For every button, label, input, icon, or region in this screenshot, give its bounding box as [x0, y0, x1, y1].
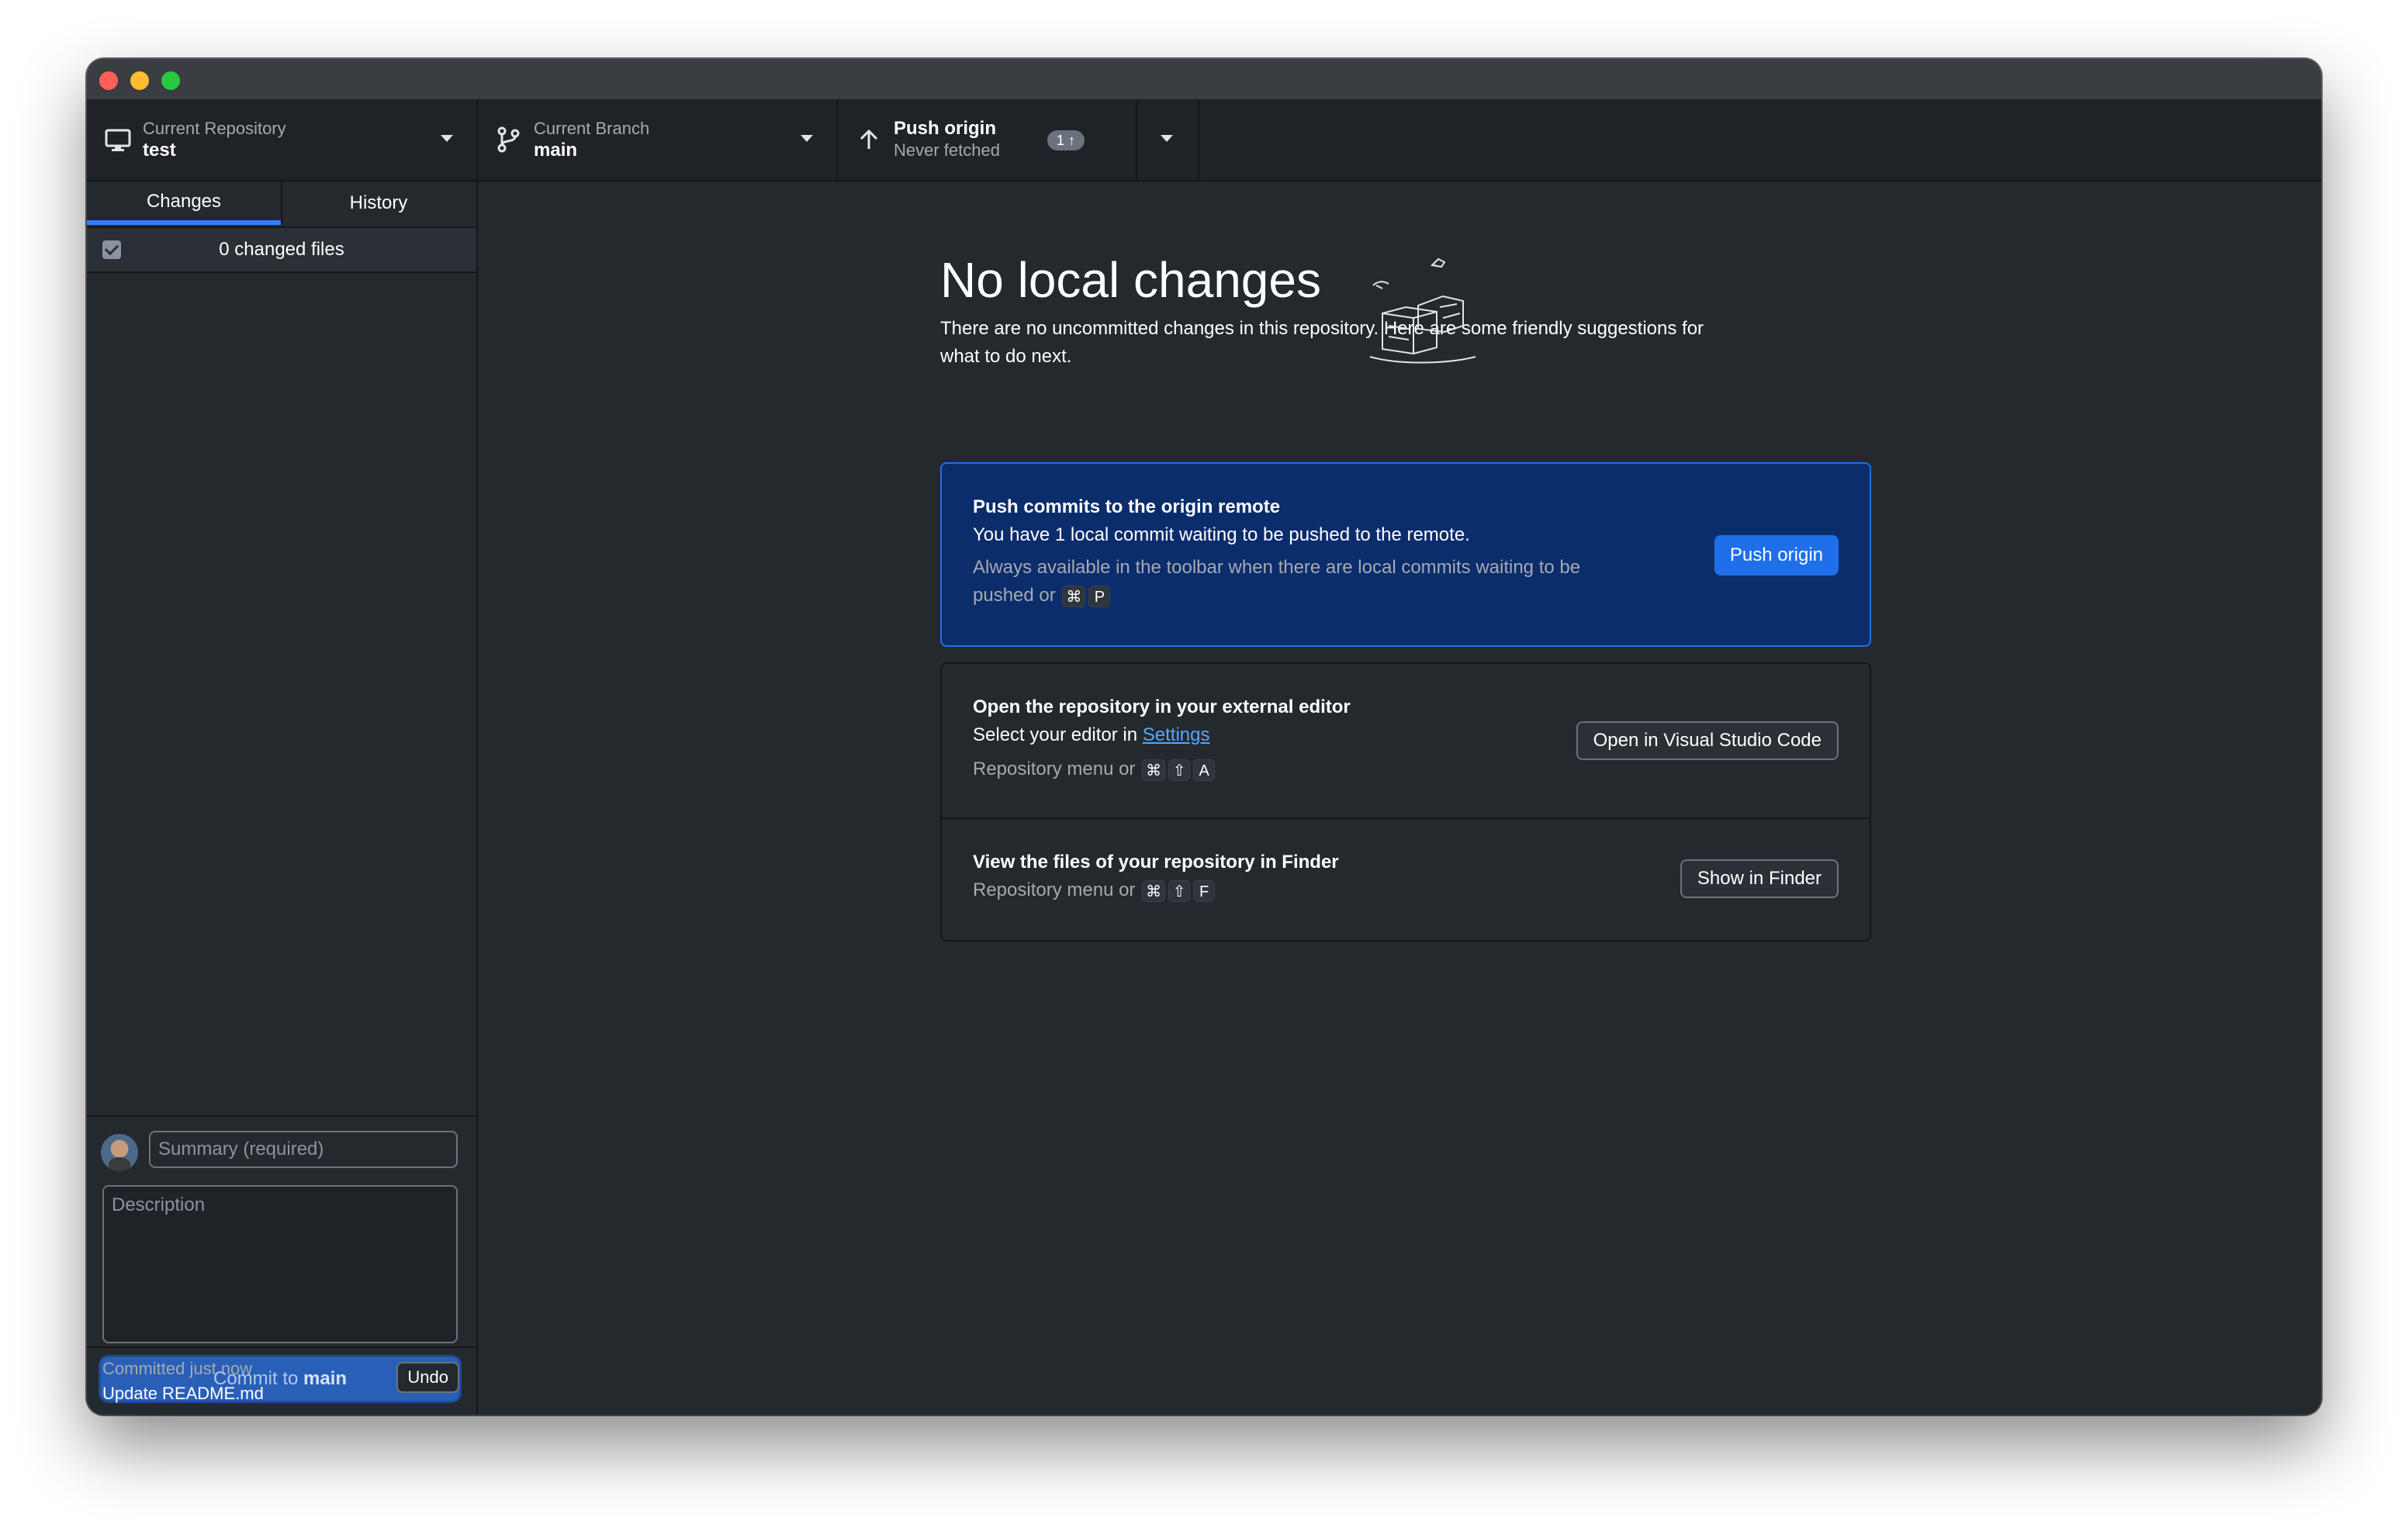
avatar — [101, 1134, 138, 1171]
page-title: No local changes — [940, 252, 1321, 308]
open-in-editor-button[interactable]: Open in Visual Studio Code — [1576, 721, 1839, 760]
changed-files-header: 0 changed files — [87, 228, 476, 273]
editor-card-description: Select your editor in Settings — [973, 724, 1210, 746]
finder-card-title: View the files of your repository in Fin… — [973, 852, 1339, 873]
settings-link[interactable]: Settings — [1143, 724, 1210, 745]
chevron-down-icon — [801, 135, 813, 142]
editor-card-description-text: Select your editor in — [973, 724, 1138, 745]
title-bar — [87, 59, 2321, 101]
repository-label: Current Repository — [143, 119, 286, 138]
push-status: Never fetched — [894, 140, 1000, 160]
show-in-finder-row: View the files of your repository in Fin… — [942, 819, 1870, 940]
ahead-count-badge: 1 ↑ — [1047, 130, 1085, 150]
summary-input[interactable]: Summary (required) — [149, 1131, 458, 1168]
push-card-title: Push commits to the origin remote — [973, 496, 1281, 517]
description-input[interactable]: Description — [102, 1185, 458, 1343]
current-repository-dropdown[interactable]: Current Repository test — [87, 101, 478, 180]
push-options-dropdown[interactable] — [1137, 101, 1199, 180]
toolbar: Current Repository test Current Branch m… — [87, 101, 2321, 181]
chevron-down-icon — [441, 135, 453, 142]
page-subtitle: There are no uncommitted changes in this… — [940, 318, 1704, 367]
push-card-description: You have 1 local commit waiting to be pu… — [973, 524, 1470, 545]
tab-history[interactable]: History — [281, 181, 475, 225]
push-origin-button[interactable]: Push origin Never fetched 1 ↑ — [838, 101, 1137, 180]
suggestions-card: Open the repository in your external edi… — [940, 662, 1871, 942]
changed-files-count: 0 changed files — [219, 239, 344, 260]
command-key: ⌘ — [1062, 585, 1086, 607]
editor-card-hint: Repository menu or ⌘ ⇧ A — [973, 755, 1216, 783]
push-commits-card: Push commits to the origin remote You ha… — [940, 462, 1871, 647]
current-branch-dropdown[interactable]: Current Branch main — [478, 101, 838, 180]
branch-name: main — [534, 140, 578, 161]
sidebar: Changes History 0 changed files Summary … — [87, 181, 478, 1415]
branch-label: Current Branch — [534, 119, 650, 138]
push-card-hint: Always available in the toolbar when the… — [973, 554, 1640, 610]
finder-card-hint: Repository menu or ⌘ ⇧ F — [973, 876, 1216, 904]
minimize-window-button[interactable] — [130, 71, 149, 90]
last-commit-summary: Committed just now Update README.md Undo — [87, 1346, 476, 1415]
repository-name: test — [143, 140, 176, 161]
close-window-button[interactable] — [99, 71, 118, 90]
editor-card-hint-text: Repository menu or — [973, 759, 1136, 779]
push-label: Push origin — [894, 118, 996, 139]
tab-changes[interactable]: Changes — [87, 181, 281, 225]
external-editor-row: Open the repository in your external edi… — [942, 664, 1870, 819]
command-key: ⌘ — [1142, 880, 1166, 902]
show-in-finder-button[interactable]: Show in Finder — [1680, 859, 1839, 898]
empty-boxes-illustration — [1369, 257, 1476, 364]
sidebar-tabs: Changes History — [87, 181, 476, 228]
main-content: No local changes There are no uncommitte… — [478, 181, 2321, 1415]
undo-button[interactable]: Undo — [396, 1362, 459, 1393]
f-key: F — [1193, 880, 1216, 902]
app-window: Current Repository test Current Branch m… — [87, 59, 2321, 1415]
command-key: ⌘ — [1142, 759, 1166, 781]
zoom-window-button[interactable] — [161, 71, 180, 90]
push-origin-card-button[interactable]: Push origin — [1714, 535, 1839, 575]
desktop-icon — [105, 129, 131, 151]
shift-key: ⇧ — [1168, 759, 1191, 781]
branch-icon — [497, 126, 520, 153]
chevron-down-icon — [1161, 135, 1173, 142]
a-key: A — [1193, 759, 1216, 781]
last-commit-time: Committed just now — [102, 1359, 253, 1378]
shift-key: ⇧ — [1168, 880, 1191, 902]
editor-card-title: Open the repository in your external edi… — [973, 696, 1351, 717]
p-key: P — [1088, 585, 1111, 607]
last-commit-message: Update README.md — [102, 1384, 264, 1403]
finder-card-hint-text: Repository menu or — [973, 880, 1136, 900]
arrow-up-icon — [860, 129, 878, 149]
